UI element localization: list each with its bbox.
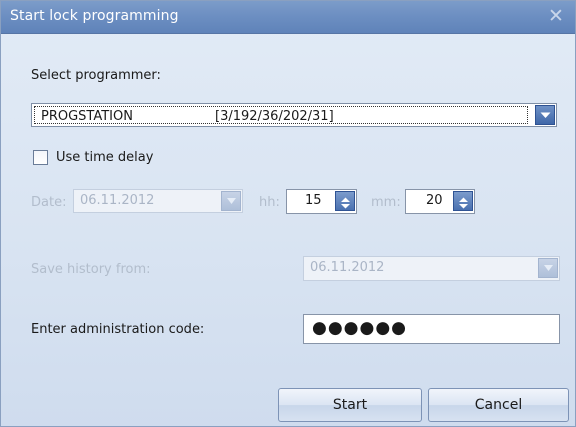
admin-code-label: Enter administration code: (31, 322, 205, 337)
hours-value: 15 (305, 193, 322, 208)
date-label: Date: (31, 195, 67, 210)
minutes-stepper[interactable]: 20 (405, 189, 475, 214)
save-history-label: Save history from: (31, 262, 151, 277)
focus-outline: PROGSTATION [3/192/36/202/31] (34, 106, 528, 124)
hours-label: hh: (259, 195, 280, 210)
chevron-down-icon[interactable] (535, 105, 555, 125)
date-value: 06.11.2012 (80, 193, 155, 208)
title-bar: Start lock programming ✕ (1, 1, 575, 34)
programmer-name: PROGSTATION (41, 109, 133, 124)
calendar-dropdown-icon[interactable] (221, 191, 241, 211)
select-programmer-label: Select programmer: (31, 68, 161, 83)
close-icon[interactable]: ✕ (547, 7, 565, 26)
minutes-value: 20 (426, 193, 443, 208)
admin-code-input[interactable]: ●●●●●● (303, 314, 560, 344)
start-button[interactable]: Start (278, 388, 422, 422)
calendar-dropdown-icon[interactable] (538, 258, 558, 278)
time-delay-checkbox[interactable] (33, 150, 48, 165)
hours-spin-icon[interactable] (335, 191, 355, 211)
date-field[interactable]: 06.11.2012 (73, 189, 243, 213)
programmer-select[interactable]: PROGSTATION [3/192/36/202/31] (31, 103, 557, 127)
minutes-spin-icon[interactable] (453, 191, 473, 211)
history-date-field[interactable]: 06.11.2012 (303, 256, 560, 281)
history-date-value: 06.11.2012 (310, 260, 385, 275)
start-lock-programming-dialog: Start lock programming ✕ Select programm… (0, 0, 576, 427)
cancel-button[interactable]: Cancel (428, 388, 569, 422)
time-delay-label: Use time delay (56, 150, 154, 165)
minutes-label: mm: (371, 195, 401, 210)
programmer-address: [3/192/36/202/31] (215, 109, 334, 124)
admin-code-masked-value: ●●●●●● (312, 318, 408, 338)
hours-stepper[interactable]: 15 (286, 189, 357, 214)
dialog-title: Start lock programming (10, 8, 179, 24)
